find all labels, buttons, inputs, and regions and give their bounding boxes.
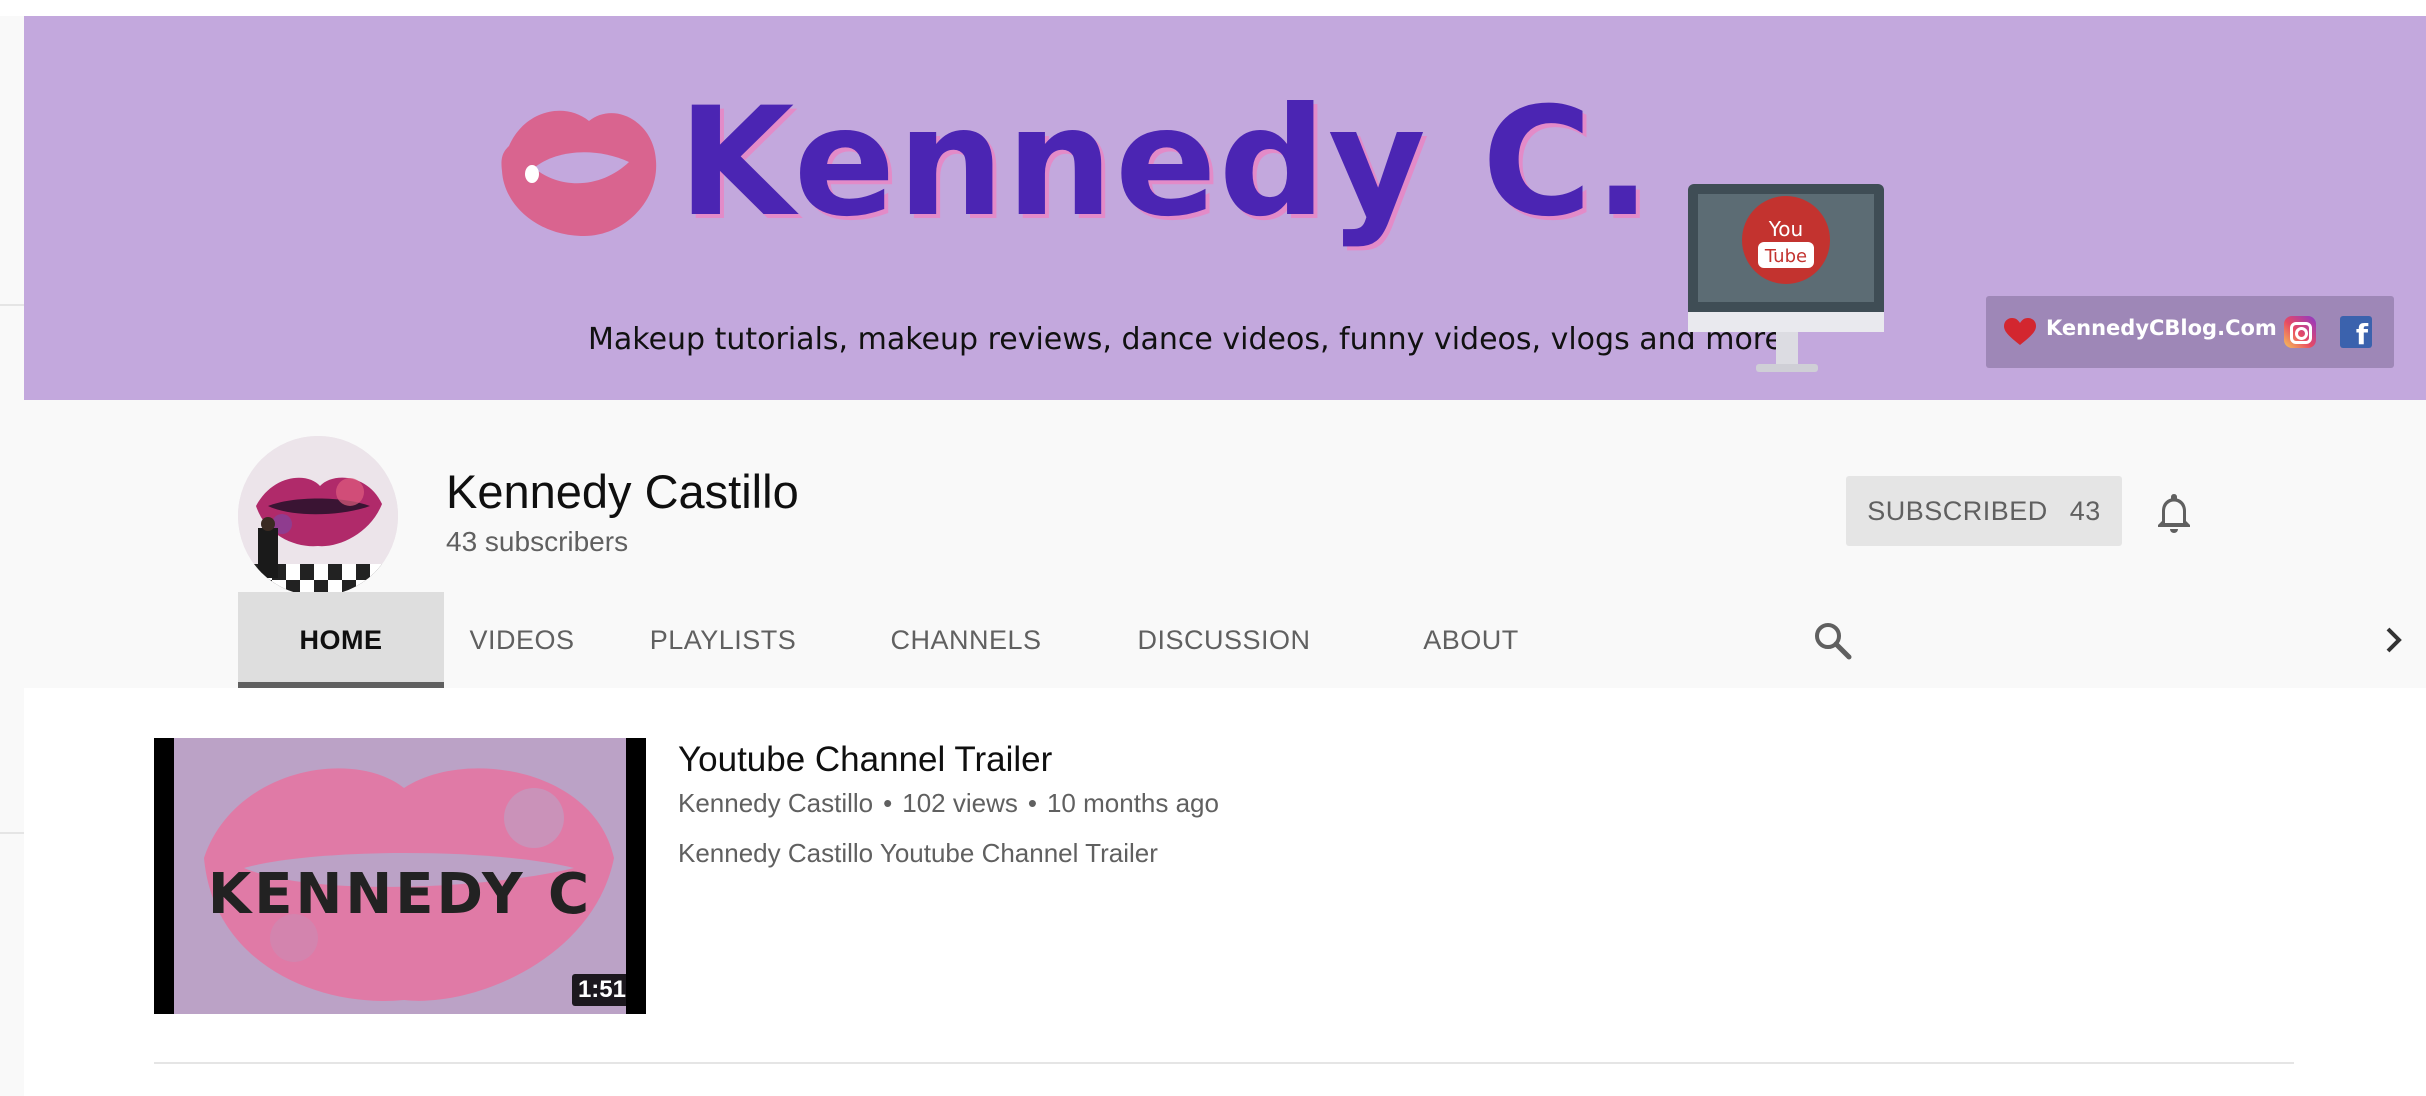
banner-link-site[interactable]: KennedyCBlog.Com	[2046, 316, 2277, 340]
thumbnail-image: KENNEDY C	[174, 738, 626, 1014]
video-thumbnail[interactable]: KENNEDY C 1:51	[154, 738, 646, 1014]
section-divider	[154, 1062, 2294, 1064]
tab-videos[interactable]: VIDEOS	[444, 592, 600, 688]
tab-channels[interactable]: CHANNELS	[846, 592, 1086, 688]
video-channel-name[interactable]: Kennedy Castillo	[678, 788, 873, 818]
heart-icon	[2004, 318, 2036, 345]
channel-header: Kennedy Castillo 43 subscribers SUBSCRIB…	[24, 400, 2426, 688]
monitor-text-top: You	[1768, 217, 1803, 241]
banner-title: Kennedy C.	[678, 76, 1654, 250]
avatar-lips-icon	[238, 436, 398, 596]
subscriber-count: 43 subscribers	[446, 526, 629, 557]
meta-separator: •	[1027, 788, 1037, 818]
channel-name: Kennedy Castillo	[446, 465, 799, 518]
instagram-lens	[2295, 327, 2308, 340]
tab-playlists[interactable]: PLAYLISTS	[600, 592, 846, 688]
bell-icon[interactable]	[2150, 488, 2198, 536]
video-views: 102 views	[902, 788, 1018, 818]
channel-tabs: HOME VIDEOS PLAYLISTS CHANNELS DISCUSSIO…	[238, 592, 2426, 688]
subscribed-button[interactable]: SUBSCRIBED 43	[1846, 476, 2122, 546]
subscribed-count: 43	[2069, 495, 2101, 526]
thumbnail-text: KENNEDY C	[207, 862, 593, 927]
chevron-right-icon[interactable]	[2376, 622, 2412, 658]
video-description: Kennedy Castillo Youtube Channel Trailer	[678, 838, 1158, 868]
frame-divider	[0, 304, 24, 306]
video-title[interactable]: Youtube Channel Trailer	[678, 740, 1052, 780]
channel-banner: Kennedy C. Makeup tutorials, makeup revi…	[24, 16, 2426, 400]
tab-discussion[interactable]: DISCUSSION	[1086, 592, 1362, 688]
facebook-icon[interactable]: f	[2340, 316, 2372, 348]
video-age: 10 months ago	[1046, 788, 1219, 818]
banner-links: KennedyCBlog.Com f	[1986, 296, 2394, 368]
channel-avatar[interactable]	[238, 436, 398, 596]
video-duration: 1:51	[571, 974, 632, 1006]
video-meta: Kennedy Castillo • 102 views • 10 months ago	[678, 788, 1219, 819]
search-icon[interactable]	[1812, 620, 1852, 660]
lips-logo-icon	[501, 110, 657, 236]
youtube-monitor-icon: You Tube	[1688, 184, 1884, 372]
meta-separator: •	[883, 788, 893, 818]
monitor-text-bottom: Tube	[1764, 246, 1807, 267]
tab-home[interactable]: HOME	[238, 592, 444, 688]
frame-divider	[0, 832, 24, 834]
subscribed-label: SUBSCRIBED	[1867, 495, 2048, 526]
instagram-icon[interactable]	[2284, 316, 2316, 348]
banner-top-spacer	[0, 0, 2426, 16]
left-frame-edge	[0, 0, 24, 1096]
tab-about[interactable]: ABOUT	[1362, 592, 1580, 688]
banner-tagline: Makeup tutorials, makeup reviews, dance …	[588, 322, 1783, 357]
